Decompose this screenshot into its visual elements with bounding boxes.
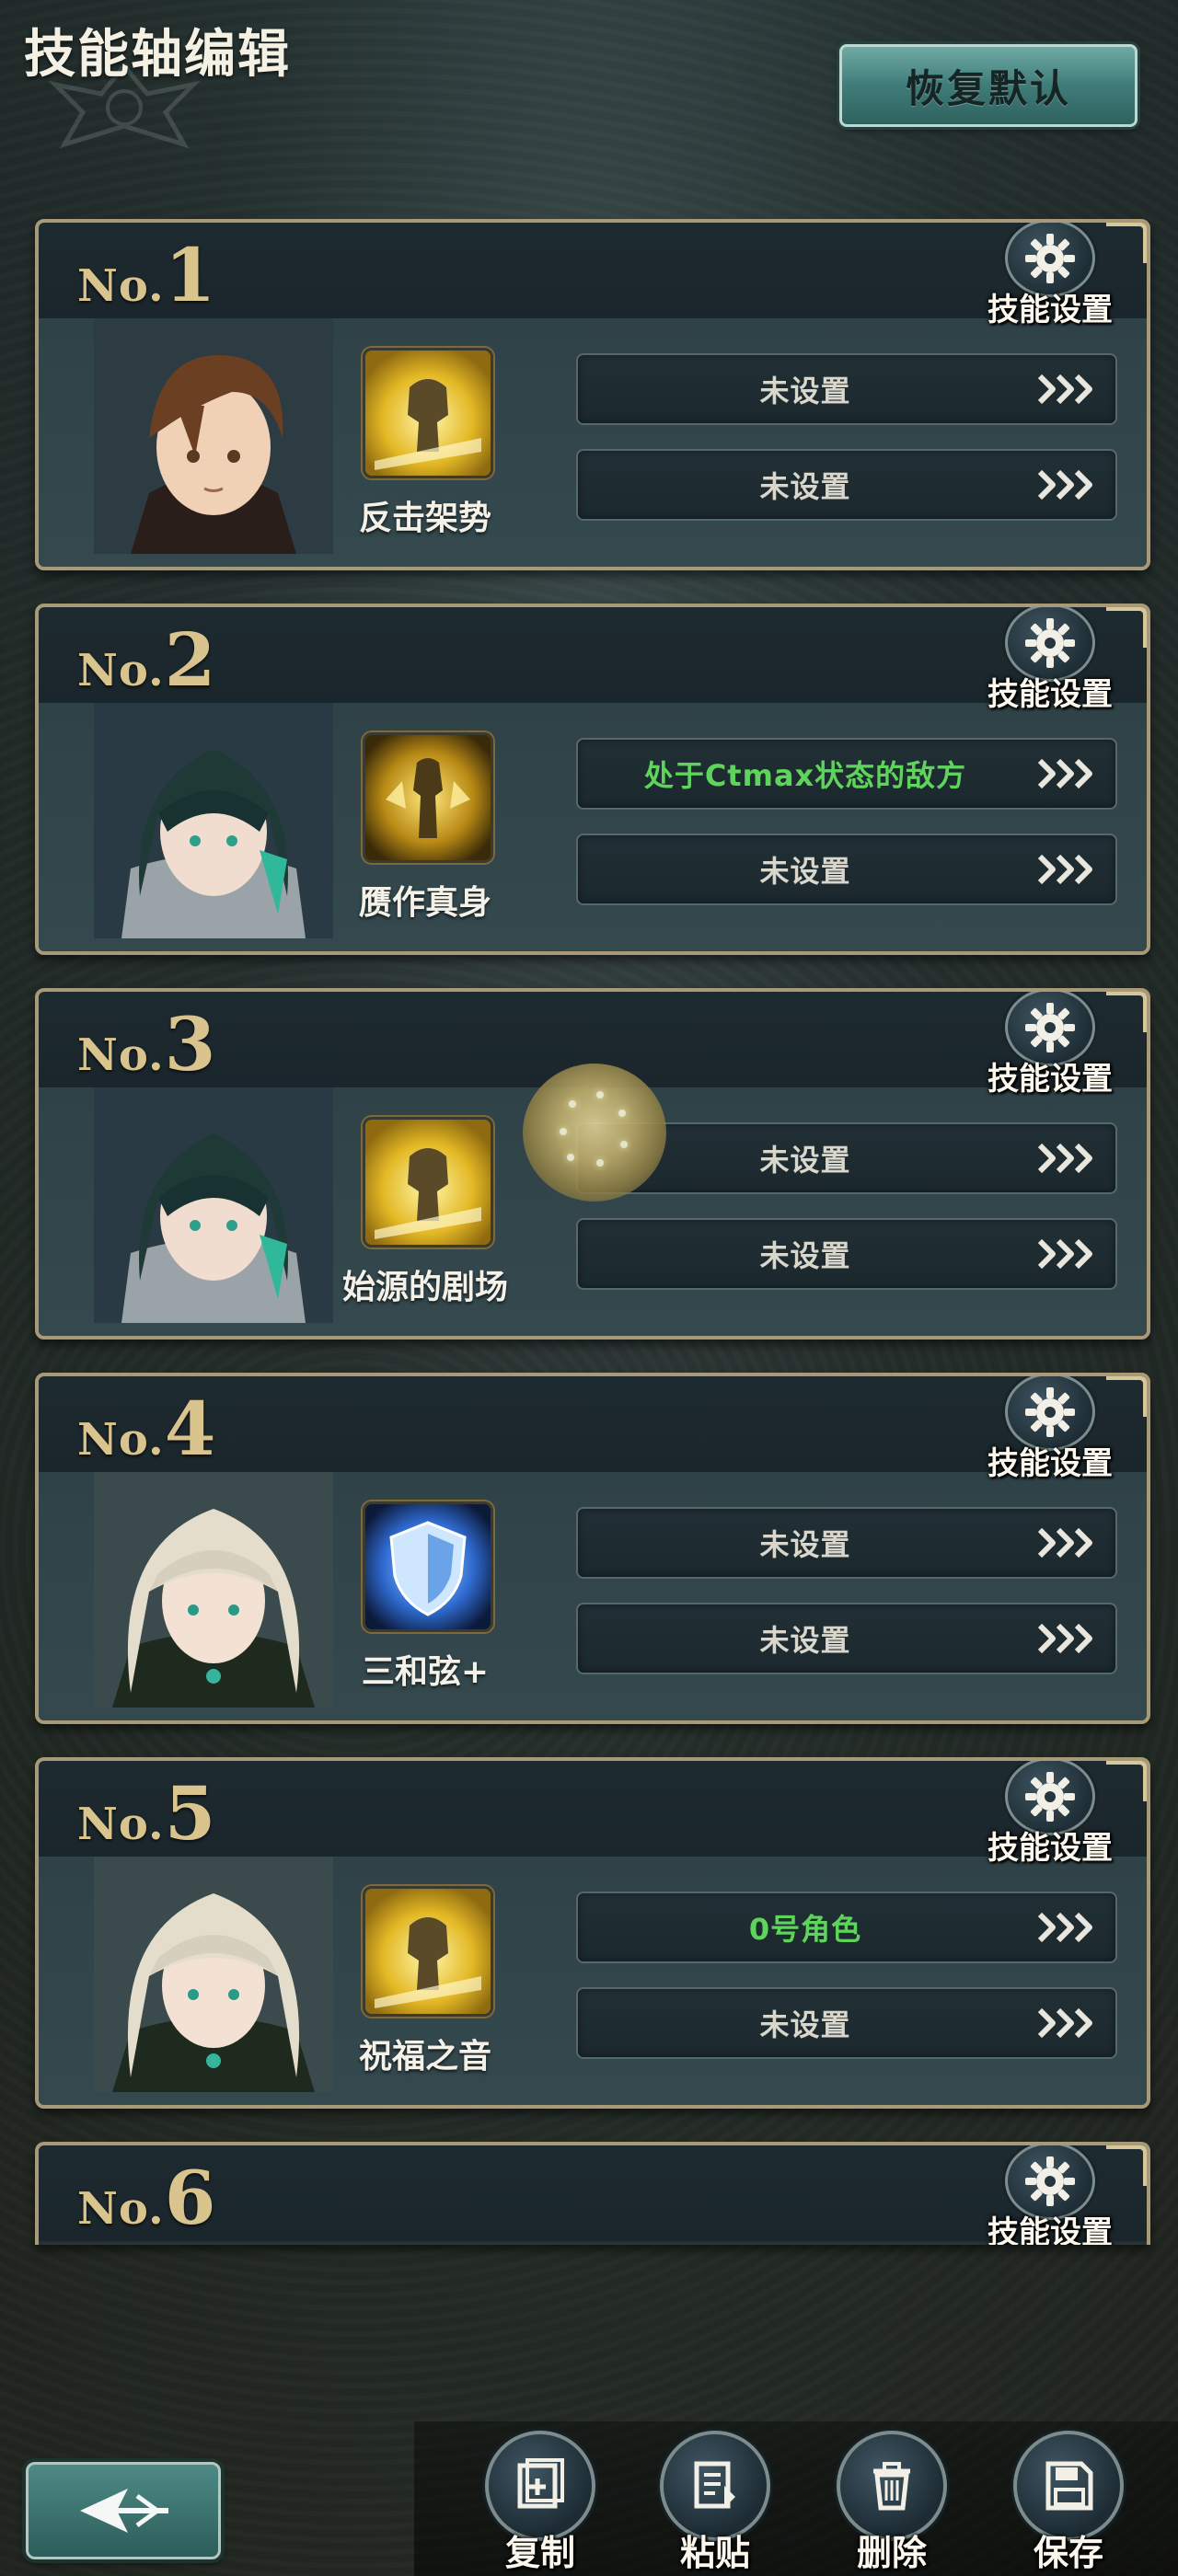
triple-chevron-icon	[1037, 1623, 1092, 1654]
condition-slot-1[interactable]: 未设置	[576, 353, 1117, 425]
page-title: 技能轴编辑	[24, 25, 291, 85]
delete-button[interactable]: 删除	[834, 2431, 950, 2575]
card-number: No.3	[77, 1001, 217, 1087]
skill-settings-label: 技能设置	[987, 292, 1113, 328]
skill-icon[interactable]	[363, 1886, 493, 2017]
triple-chevron-icon	[1037, 469, 1092, 500]
slot-text: 处于Ctmax状态的敌方	[643, 758, 967, 793]
skill-settings-button[interactable]: 技能设置	[981, 1761, 1119, 1868]
slot-text: 未设置	[759, 1623, 851, 1658]
skill-settings-label: 技能设置	[987, 1061, 1113, 1098]
skill-name: 祝福之音	[358, 2038, 491, 2076]
save-label: 保存	[1033, 2533, 1103, 2573]
slot-text: 0号角色	[748, 1912, 862, 1947]
save-button[interactable]: 保存	[1011, 2431, 1126, 2575]
delete-label: 删除	[856, 2533, 927, 2573]
condition-slot-2[interactable]: 未设置	[576, 1987, 1117, 2059]
character-portrait	[94, 1472, 333, 1708]
skill-settings-label: 技能设置	[987, 1830, 1113, 1867]
skill-icon[interactable]	[363, 732, 493, 863]
skill-card-5: No.5 技能设置 祝福之音 0号角色 未设置	[35, 1757, 1150, 2109]
skill-name: 三和弦+	[361, 1653, 490, 1691]
skill-settings-label: 技能设置	[987, 1445, 1113, 1482]
triple-chevron-icon	[1037, 374, 1092, 405]
copy-label: 复制	[504, 2533, 575, 2573]
copy-button[interactable]: 复制	[482, 2431, 598, 2575]
card-number: No.6	[77, 2155, 217, 2241]
slot-text: 未设置	[759, 1238, 851, 1273]
skill-card-2: No.2 技能设置 赝作真身 处于Ctmax状态的敌方 未设置	[35, 604, 1150, 955]
card-number: No.1	[77, 232, 217, 318]
skill-name: 始源的剧场	[341, 1269, 508, 1306]
slot-text: 未设置	[759, 1527, 851, 1562]
skill-settings-button[interactable]: 技能设置	[981, 992, 1119, 1098]
skill-settings-button[interactable]: 技能设置	[981, 2145, 1119, 2245]
drag-touch-orb	[523, 1064, 666, 1202]
card-number: No.2	[77, 616, 217, 703]
triple-chevron-icon	[1037, 758, 1092, 789]
triple-chevron-icon	[1037, 854, 1092, 885]
paste-label: 粘贴	[679, 2533, 750, 2573]
restore-default-button[interactable]: 恢复默认	[839, 44, 1138, 127]
character-portrait	[94, 703, 333, 938]
skill-icon[interactable]	[363, 1117, 493, 1248]
skill-settings-label: 技能设置	[987, 676, 1113, 713]
triple-chevron-icon	[1037, 1238, 1092, 1270]
slot-text: 未设置	[759, 854, 851, 889]
skill-icon[interactable]	[363, 348, 493, 478]
triple-chevron-icon	[1037, 1143, 1092, 1174]
triple-chevron-icon	[1037, 1912, 1092, 1943]
skill-settings-button[interactable]: 技能设置	[981, 223, 1119, 329]
back-button[interactable]	[26, 2462, 221, 2559]
card-number: No.5	[77, 1770, 217, 1857]
character-portrait	[94, 1857, 333, 2092]
triple-chevron-icon	[1037, 1527, 1092, 1558]
character-portrait	[94, 318, 333, 554]
back-arrow-icon	[80, 2489, 168, 2533]
skill-card-4: No.4 技能设置 三和弦+ 未设置 未设置	[35, 1373, 1150, 1724]
condition-slot-2[interactable]: 未设置	[576, 834, 1117, 905]
condition-slot-2[interactable]: 未设置	[576, 1603, 1117, 1674]
card-number: No.4	[77, 1386, 217, 1472]
character-portrait	[94, 1087, 333, 1323]
skill-name: 赝作真身	[358, 884, 491, 922]
skill-icon[interactable]	[363, 1501, 493, 1632]
paste-button[interactable]: 粘贴	[657, 2431, 773, 2575]
skill-settings-label: 技能设置	[987, 2214, 1113, 2245]
condition-slot-2[interactable]: 未设置	[576, 449, 1117, 521]
slot-text: 未设置	[759, 374, 851, 408]
skill-settings-button[interactable]: 技能设置	[981, 1376, 1119, 1483]
condition-slot-1[interactable]: 未设置	[576, 1507, 1117, 1579]
skill-name: 反击架势	[358, 500, 491, 537]
restore-default-label: 恢复默认	[905, 65, 1071, 111]
triple-chevron-icon	[1037, 2007, 1092, 2039]
slot-text: 未设置	[759, 2007, 851, 2042]
skill-card-6: No.6 技能设置	[35, 2142, 1150, 2245]
condition-slot-1[interactable]: 处于Ctmax状态的敌方	[576, 738, 1117, 810]
condition-slot-1[interactable]: 0号角色	[576, 1892, 1117, 1963]
condition-slot-2[interactable]: 未设置	[576, 1218, 1117, 1290]
skill-settings-button[interactable]: 技能设置	[981, 607, 1119, 714]
slot-text: 未设置	[759, 469, 851, 504]
skill-card-1: No.1 技能设置 反击架势 未设置 未设置	[35, 219, 1150, 570]
